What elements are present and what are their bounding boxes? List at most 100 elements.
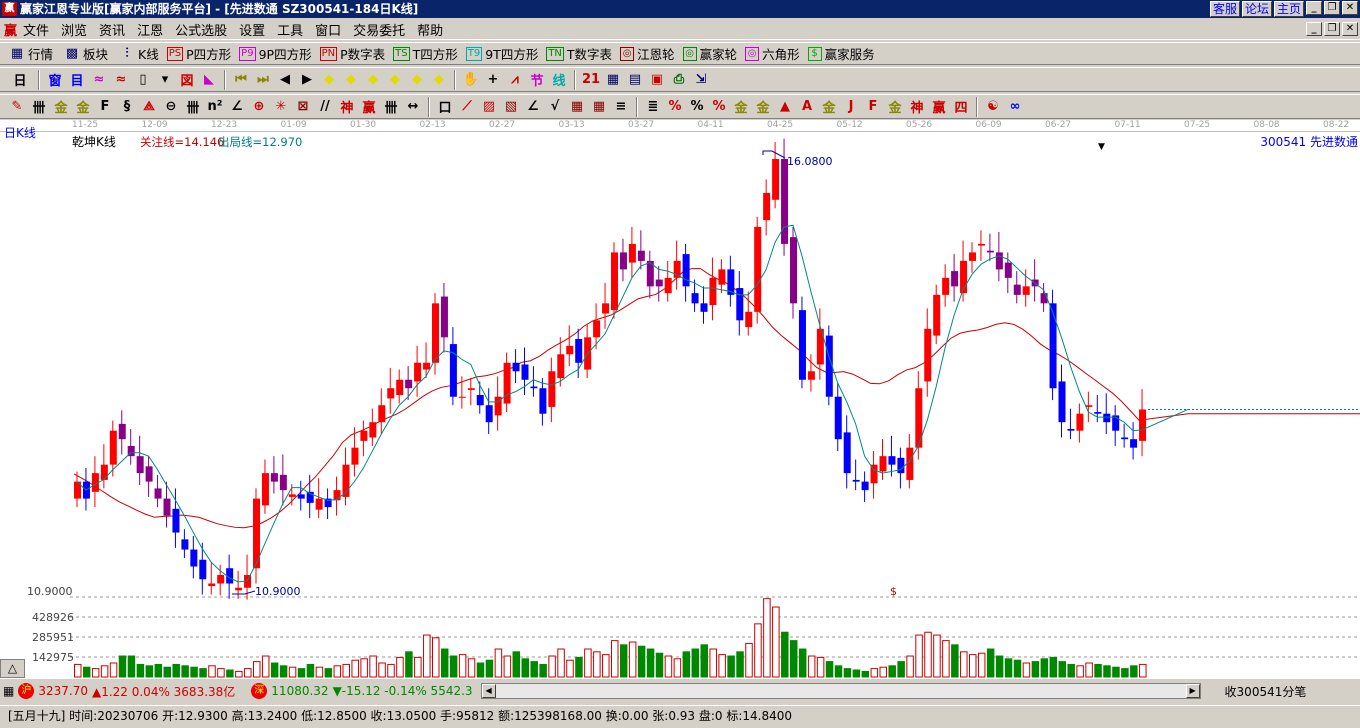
comb-icon[interactable]: 卌 [380,97,402,116]
gold3-icon[interactable]: 金 [730,97,752,116]
fen-icon[interactable]: 线 [548,70,570,89]
shrink-icon[interactable]: ◆ [384,72,406,87]
forum-link[interactable]: 论坛 [1241,1,1272,17]
gold4-icon[interactable]: 金 [752,97,774,116]
kline-chart[interactable]: 11-25 12-09 12-23 01-09 01-30 02-13 02-27 03-13… [0,120,1360,679]
star-icon[interactable]: ✳ [270,99,292,114]
toolbar-button-1[interactable]: ▩ 板块 [61,44,108,63]
menu-item[interactable]: 窗口 [309,20,347,39]
toolbar-button-8[interactable]: ◎ 六角形 [745,44,800,63]
v-icon[interactable]: √ [544,99,566,114]
toolbar-button-0[interactable]: PS P四方形 [166,44,231,63]
select-icon[interactable]: ▾ [154,72,176,87]
toolbar-button-5[interactable]: TN T数字表 [546,44,612,63]
scroll-right-icon[interactable]: ▶ [1185,684,1200,698]
ying-icon[interactable]: 赢 [358,97,380,116]
measure-icon[interactable]: ↔ [402,99,424,114]
toolbar-button-4[interactable]: T9 9T四方形 [465,44,538,63]
minimize-icon[interactable]: _ [1306,1,1322,15]
fan-icon[interactable]: ⟁ [138,99,160,114]
tick-detail-link[interactable]: 收300541分笔 [1225,683,1307,700]
zoom-in-icon[interactable]: ◆ [406,72,428,87]
quote-table-icon[interactable]: ▦ [3,684,14,698]
scroll-left-icon[interactable]: ◀ [481,684,496,698]
jie-icon[interactable]: 节 [526,70,548,89]
drop-icon[interactable]: ▲ [774,99,796,114]
menu-logo-icon[interactable]: 赢 [4,20,17,39]
home-link[interactable]: 主页 [1273,1,1304,17]
yinyang-icon[interactable]: ☯ [982,99,1004,114]
toolbar-button-7[interactable]: ◎ 赢家轮 [682,44,737,63]
grid3-icon[interactable]: ▦ [588,99,610,114]
speed-icon[interactable]: ▨ [478,99,500,114]
parallel-icon[interactable]: 卌 [28,97,50,116]
pct3-icon[interactable]: % [708,99,730,114]
toolbar-button-3[interactable]: TS T四方形 [393,44,458,63]
expand-panel-button[interactable]: △ [0,659,25,678]
cross-icon[interactable]: + [482,72,504,87]
toolbar-button-6[interactable]: ◎ 江恩轮 [620,44,675,63]
grid-icon[interactable]: 卌 [182,97,204,116]
slash-icon[interactable]: // [314,99,336,114]
gold1-icon[interactable]: 金 [50,97,72,116]
calculator-icon[interactable]: ▦ [602,72,624,87]
zoom-out-icon[interactable]: ◆ [428,72,450,87]
rect-icon[interactable]: 口 [434,97,456,116]
toolbar-button-1[interactable]: P9 9P四方形 [239,44,312,63]
f-icon[interactable]: F [862,99,884,114]
first-icon[interactable]: ⏮ [230,72,252,87]
wave3-icon[interactable]: ≈ [88,72,110,87]
ray-icon[interactable]: ⟋ [456,99,478,114]
flag-icon[interactable]: ◣ [198,72,220,87]
j-icon[interactable]: J [840,99,862,114]
spiral-icon[interactable]: § [116,99,138,114]
pct1-icon[interactable]: % [664,99,686,114]
target-icon[interactable]: ⊕ [248,99,270,114]
right-icon[interactable]: ◆ [340,72,362,87]
notes-icon[interactable]: 目 [66,70,88,89]
toolbar-button-0[interactable]: ▦ 行情 [6,44,53,63]
si-icon[interactable]: 四 [950,97,972,116]
arc-icon[interactable]: ▧ [500,99,522,114]
shen-icon[interactable]: 神 [336,97,358,116]
print-icon[interactable]: ⎙ [668,72,690,87]
pct2-icon[interactable]: % [686,99,708,114]
toolbar-button-2[interactable]: ⫶ K线 [116,44,158,63]
pen-icon[interactable]: ✎ [6,99,28,114]
angle-icon[interactable]: ∠ [226,99,248,114]
menu-item[interactable]: 交易委托 [347,20,411,39]
n2-icon[interactable]: n² [204,99,226,114]
indicator-icon[interactable]: 図 [176,70,198,89]
hand-icon[interactable]: ✋ [460,72,482,87]
menu-item[interactable]: 文件 [17,20,55,39]
close-icon[interactable]: ✕ [1342,1,1358,15]
report-icon[interactable]: ▤ [624,72,646,87]
circle-icon[interactable]: ⊖ [160,99,182,114]
fib-icon[interactable]: F [94,99,116,114]
event-marker[interactable]: $ [890,585,897,598]
window-icon[interactable]: 窗 [44,70,66,89]
infinity-icon[interactable]: ∞ [1004,99,1026,114]
candle-icon[interactable]: ▯ [132,72,154,87]
gold6-icon[interactable]: 金 [884,97,906,116]
period-select[interactable]: 日 [6,70,34,89]
ruler-icon[interactable]: ≣ [642,99,664,114]
shen2-icon[interactable]: 神 [906,97,928,116]
gold2-icon[interactable]: 金 [72,97,94,116]
restore-icon[interactable]: ❐ [1324,1,1340,15]
last-icon[interactable]: ⏭ [252,72,274,87]
horizontal-scrollbar[interactable]: ◀ ▶ [480,683,1201,699]
save-icon[interactable]: ▣ [646,72,668,87]
calendar-icon[interactable]: 21 [580,72,602,87]
next-icon[interactable]: ▶ [296,72,318,87]
expand-icon[interactable]: ◆ [362,72,384,87]
menu-item[interactable]: 工具 [271,20,309,39]
ying2-icon[interactable]: 赢 [928,97,950,116]
child-restore-icon[interactable]: ❐ [1324,22,1340,36]
left-icon[interactable]: ◆ [318,72,340,87]
export-icon[interactable]: ⇲ [690,72,712,87]
toolbar-button-9[interactable]: $ 赢家服务 [807,44,875,63]
fan2-icon[interactable]: ∠ [522,99,544,114]
menu-item[interactable]: 江恩 [131,20,169,39]
grid2-icon[interactable]: ▦ [566,99,588,114]
